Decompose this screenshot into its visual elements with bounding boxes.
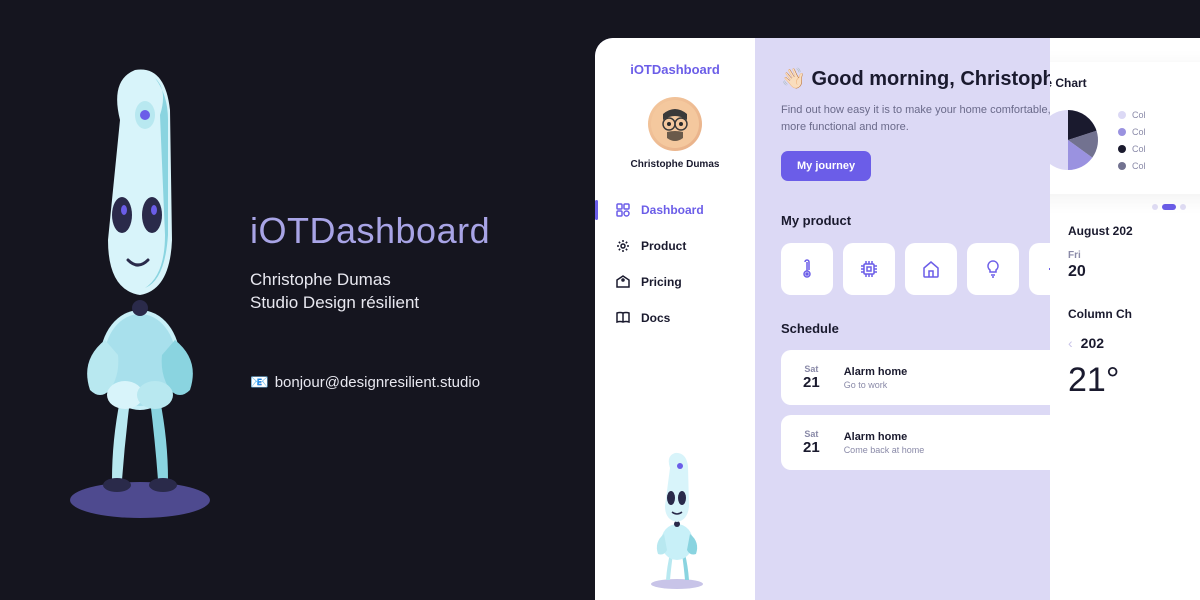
product-home[interactable] — [905, 243, 957, 295]
pie-legend: Col Col Col Col — [1118, 110, 1146, 171]
date-number: 20 — [1068, 263, 1200, 281]
schedule-date: Sat 21 — [795, 425, 828, 460]
year-value: 202 — [1081, 335, 1104, 351]
legend-item: Col — [1118, 110, 1146, 120]
section-title: My product — [781, 213, 851, 228]
sidebar: iOTDashboard Christophe Dumas Dashboard — [595, 38, 755, 600]
gear-icon — [615, 238, 631, 254]
email-icon: 📧 — [250, 373, 269, 391]
nav-product[interactable]: Product — [595, 228, 755, 264]
nav-docs[interactable]: Docs — [595, 300, 755, 336]
product-chip[interactable] — [843, 243, 895, 295]
pie-chart — [1050, 104, 1104, 176]
pie-title: Pie Chart — [1050, 76, 1200, 90]
date-day: Fri — [1068, 250, 1200, 261]
widgets-column: Pie Chart Col Col Col Col August 202 Fri… — [1050, 38, 1200, 600]
robot-illustration — [50, 60, 230, 520]
studio-name: Studio Design résilient — [250, 293, 490, 313]
schedule-item-title: Alarm home — [844, 431, 1076, 443]
subtitle: Find out how easy it is to make your hom… — [781, 102, 1061, 135]
day-number: 21 — [803, 374, 820, 391]
legend-item: Col — [1118, 144, 1146, 154]
day-label: Sat — [803, 429, 820, 439]
logo[interactable]: iOTDashboard — [630, 62, 720, 77]
pie-chart-card: Pie Chart Col Col Col Col — [1050, 62, 1200, 194]
email-text: bonjour@designresilient.studio — [275, 374, 480, 391]
product-bulb[interactable] — [967, 243, 1019, 295]
section-title: Schedule — [781, 321, 839, 336]
nav-label: Pricing — [641, 275, 682, 289]
day-number: 21 — [803, 439, 820, 456]
date-card[interactable]: Fri 20 — [1068, 250, 1200, 281]
temperature-value: 21° — [1068, 361, 1200, 400]
avatar[interactable] — [648, 97, 702, 151]
contact-email: 📧 bonjour@designresilient.studio — [250, 373, 490, 391]
user-name: Christophe Dumas — [631, 159, 720, 170]
mini-robot-illustration — [640, 450, 715, 590]
promo-panel: iOTDashboard Christophe Dumas Studio Des… — [0, 0, 595, 600]
legend-item: Col — [1118, 161, 1146, 171]
carousel-dots[interactable] — [1068, 204, 1200, 210]
schedule-item-desc: Go to work — [844, 380, 1071, 390]
legend-item: Col — [1118, 127, 1146, 137]
nav-label: Docs — [641, 311, 670, 325]
column-chart-title: Column Ch — [1068, 307, 1200, 321]
product-thermometer[interactable] — [781, 243, 833, 295]
schedule-item-title: Alarm home — [844, 366, 1071, 378]
schedule-date: Sat 21 — [795, 360, 828, 395]
tag-icon — [615, 274, 631, 290]
day-label: Sat — [803, 364, 820, 374]
author-name: Christophe Dumas — [250, 270, 490, 290]
chevron-left-icon[interactable]: ‹ — [1068, 335, 1073, 351]
dashboard-icon — [615, 202, 631, 218]
nav: Dashboard Product Pricing Docs — [595, 192, 755, 336]
nav-label: Product — [641, 239, 686, 253]
nav-dashboard[interactable]: Dashboard — [595, 192, 755, 228]
year-selector: ‹ 202 — [1068, 335, 1200, 351]
my-journey-button[interactable]: My journey — [781, 151, 871, 181]
nav-pricing[interactable]: Pricing — [595, 264, 755, 300]
schedule-item-desc: Come back at home — [844, 445, 1076, 455]
nav-label: Dashboard — [641, 203, 704, 217]
book-icon — [615, 310, 631, 326]
app-title: iOTDashboard — [250, 210, 490, 252]
month-label: August 202 — [1068, 224, 1200, 238]
